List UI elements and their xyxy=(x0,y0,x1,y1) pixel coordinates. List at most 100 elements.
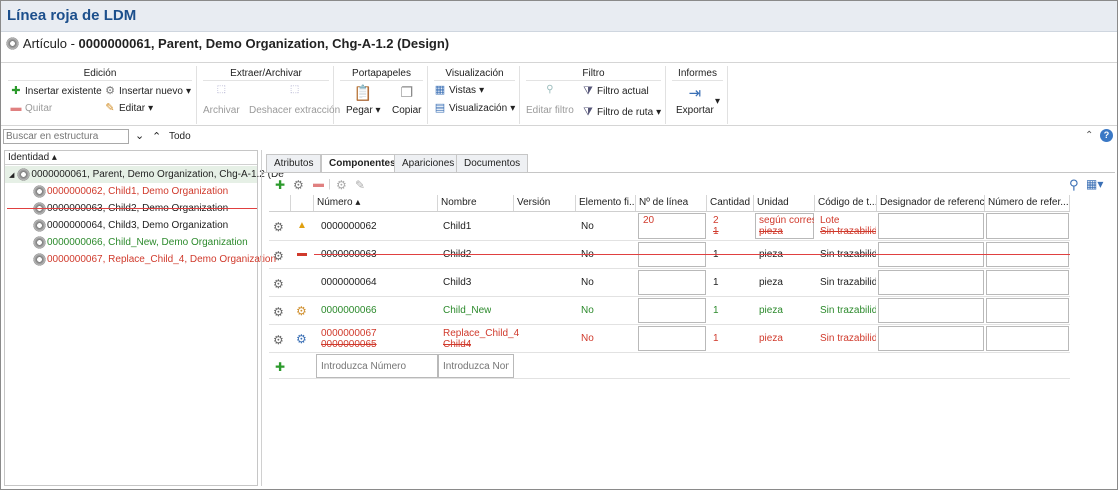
replace-item-icon: ⚙ xyxy=(296,332,307,346)
gear-icon: ⚙ xyxy=(273,249,284,263)
expand-triangle-icon[interactable]: ◢ xyxy=(9,171,14,179)
gear-icon xyxy=(33,253,46,266)
chevron-down-icon: ▾ xyxy=(656,106,662,118)
new-item-gear-icon: ⚙ xyxy=(296,304,307,318)
insert-new-gear-icon[interactable]: ⚙ xyxy=(293,178,304,192)
ref-number-field[interactable] xyxy=(986,298,1069,323)
ref-number-field[interactable] xyxy=(986,326,1069,351)
search-prev-chevron-up-icon[interactable]: ⌃ xyxy=(152,130,161,143)
tab-documentos[interactable]: Documentos xyxy=(456,154,529,173)
ref-designator-field[interactable] xyxy=(878,298,984,323)
col-designador[interactable]: Designador de referenc... xyxy=(877,195,985,211)
tab-apariciones[interactable]: Apariciones xyxy=(394,154,463,173)
undo-checkout-icon: ⬚ xyxy=(289,84,300,95)
item-prefix: Artículo - xyxy=(22,36,79,51)
export-dropdown[interactable]: ▾ xyxy=(715,96,720,107)
insert-new-button[interactable]: ⚙ Insertar nuevo ▾ xyxy=(104,85,191,97)
pencil-icon: ✎ xyxy=(105,102,115,114)
remove-button[interactable]: ▬ Quitar xyxy=(10,102,53,114)
removed-strike-line xyxy=(314,254,1070,255)
group-title: Edición xyxy=(83,68,117,79)
gear-icon: ⚙ xyxy=(273,305,284,319)
group-edicion: Edición ✚ Insertar existente ⚙ Insertar nu… xyxy=(4,66,197,124)
group-title: Filtro xyxy=(582,68,605,79)
chevron-down-icon: ▾ xyxy=(148,102,154,114)
paste-icon: 📋 xyxy=(353,85,373,102)
col-numero[interactable]: Número ▴ xyxy=(314,195,438,211)
column-chooser-icon[interactable]: ▦▾ xyxy=(1086,177,1103,191)
new-number-input[interactable] xyxy=(316,354,438,378)
edit-properties-icon[interactable]: ✎ xyxy=(355,178,365,192)
copy-button[interactable]: ❐ Copiar xyxy=(392,84,421,116)
col-elemento[interactable]: Elemento fi... xyxy=(576,195,636,211)
table-row[interactable]: ⚙ ⚙ 0000000066 Child_New No 1 pieza Sin … xyxy=(269,297,1070,325)
col-unidad[interactable]: Unidad xyxy=(754,195,815,211)
add-row-plus-icon[interactable]: ✚ xyxy=(275,178,285,192)
line-number-field[interactable] xyxy=(638,326,706,351)
search-next-chevron-down-icon[interactable]: ⌄ xyxy=(135,129,144,142)
plus-icon: ✚ xyxy=(11,85,21,97)
ref-number-field[interactable] xyxy=(986,270,1069,295)
edit-filter-button[interactable]: ⚲ Editar filtro xyxy=(526,84,574,116)
gear-icon xyxy=(33,219,46,232)
grid-header-row: Número ▴ Nombre Versión Elemento fi... N… xyxy=(269,195,1070,212)
help-icon[interactable]: ? xyxy=(1100,129,1113,142)
views-button[interactable]: ▦ Vistas ▾ xyxy=(434,84,484,96)
tab-componentes[interactable]: Componentes xyxy=(321,154,404,173)
tree-node-child3[interactable]: 0000000064, Child3, Demo Organization xyxy=(33,219,228,232)
tree-root[interactable]: ◢ 0000000061, Parent, Demo Organization,… xyxy=(9,168,284,181)
table-row[interactable]: ⚙ ⚙ 0000000067 0000000065 Replace_Child_… xyxy=(269,325,1070,353)
paste-button[interactable]: 📋 Pegar ▾ xyxy=(346,84,381,116)
group-title: Visualización xyxy=(445,68,504,79)
current-filter-button[interactable]: ⧩ Filtro actual xyxy=(582,85,649,97)
path-filter-icon: ⧩ xyxy=(583,106,593,118)
tree-header[interactable]: Identidad ▴ xyxy=(5,151,257,165)
col-nombre[interactable]: Nombre xyxy=(438,195,514,211)
tree-node-child-new[interactable]: 0000000066, Child_New, Demo Organization xyxy=(33,236,248,249)
archive-button[interactable]: ⬚ Archivar xyxy=(203,84,240,116)
gear-icon xyxy=(17,168,31,181)
insert-existing-button[interactable]: ✚ Insertar existente xyxy=(10,85,101,97)
structure-tree-panel: Identidad ▴ ◢ 0000000061, Parent, Demo O… xyxy=(4,150,284,486)
col-cantidad[interactable]: Cantidad xyxy=(707,195,754,211)
structure-search-input[interactable] xyxy=(3,129,129,144)
export-button[interactable]: ⇥ Exportar xyxy=(676,84,714,116)
col-linea[interactable]: Nº de línea xyxy=(636,195,707,211)
gear-icon: ⚙ xyxy=(273,277,284,291)
search-all-label[interactable]: Todo xyxy=(169,131,191,142)
ref-designator-field[interactable] xyxy=(878,213,984,239)
window-title: Línea roja de LDM xyxy=(7,7,137,24)
visualization-icon: ▤ xyxy=(434,102,446,114)
group-title: Extraer/Archivar xyxy=(230,68,302,79)
collapse-up-icon[interactable]: ⌃ xyxy=(1085,130,1093,141)
search-magnifier-icon[interactable]: ⚲ xyxy=(1069,177,1079,193)
title-bar: Línea roja de LDM xyxy=(1,1,1117,32)
path-filter-button[interactable]: ⧩ Filtro de ruta ▾ xyxy=(582,106,661,118)
tree-node-replace-child4[interactable]: 0000000067, Replace_Child_4, Demo Organi… xyxy=(33,253,276,266)
line-number-field[interactable] xyxy=(638,298,706,323)
new-name-input[interactable] xyxy=(438,354,514,378)
col-codigo[interactable]: Código de t... xyxy=(815,195,877,211)
tab-atributos[interactable]: Atributos xyxy=(266,154,322,173)
col-version[interactable]: Versión xyxy=(514,195,576,211)
edit-button[interactable]: ✎ Editar ▾ xyxy=(104,102,153,114)
line-number-field[interactable] xyxy=(638,270,706,295)
warning-triangle-icon: ▲ xyxy=(297,220,307,231)
remove-minus-icon[interactable]: ▬ xyxy=(313,178,324,190)
col-numero-ref[interactable]: Número de refer... xyxy=(985,195,1070,211)
table-row[interactable]: ⚙ 0000000064 Child3 No 1 pieza Sin traza… xyxy=(269,269,1070,297)
table-row[interactable]: ⚙ ▬ 0000000063 Child2 No 1 pieza Sin tra… xyxy=(269,241,1070,269)
ref-number-field[interactable] xyxy=(986,213,1069,239)
table-row[interactable]: ⚙ ▲ 0000000062 Child1 No 20 2 1 según co… xyxy=(269,212,1070,241)
new-entry-row: ✚ xyxy=(269,353,1070,379)
tree-node-child1[interactable]: 0000000062, Child1, Demo Organization xyxy=(33,185,228,198)
undo-checkout-button[interactable]: ⬚ Deshacer extracción xyxy=(249,84,340,116)
replace-gear-icon[interactable]: ⚙ xyxy=(336,178,347,192)
add-plus-icon[interactable]: ✚ xyxy=(275,360,285,374)
ref-designator-field[interactable] xyxy=(878,270,984,295)
ref-designator-field[interactable] xyxy=(878,326,984,351)
group-visualizacion: Visualización ▦ Vistas ▾ ▤ Visualización ▾ xyxy=(430,66,520,124)
item-identity: 0000000061, Parent, Demo Organization, C… xyxy=(78,36,450,51)
filter-icon: ⧩ xyxy=(583,85,593,97)
visualization-button[interactable]: ▤ Visualización ▾ xyxy=(434,102,515,114)
